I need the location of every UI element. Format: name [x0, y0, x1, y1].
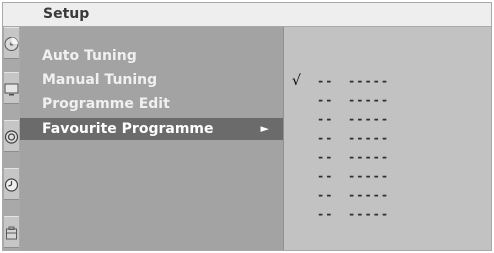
programme-name: -----	[348, 131, 390, 145]
rail-tab-picture[interactable]	[4, 72, 19, 104]
programme-name: -----	[348, 150, 390, 164]
programme-number: --	[317, 169, 334, 183]
favourite-slot-3[interactable]: -- -----	[284, 111, 491, 130]
programme-number: --	[317, 188, 334, 202]
programme-number: --	[317, 207, 334, 221]
favourite-slot-4[interactable]: -- -----	[284, 130, 491, 149]
favourite-slot-7[interactable]: -- -----	[284, 187, 491, 206]
setup-osd-menu: Setup Auto Tuning Manual Tuning Programm…	[2, 2, 492, 251]
programme-number: --	[317, 150, 334, 164]
menu-title: Setup	[43, 6, 90, 22]
submenu-arrow-icon: ►	[260, 122, 269, 135]
menu-item-label: Manual Tuning	[42, 72, 158, 88]
programme-number: --	[317, 112, 334, 126]
menu-item-favourite-programme[interactable]: Favourite Programme ►	[20, 118, 283, 140]
rail-tab-setup[interactable]	[4, 27, 19, 59]
favourite-slot-8[interactable]: -- -----	[284, 206, 491, 225]
favourite-slot-6[interactable]: -- -----	[284, 168, 491, 187]
programme-number: --	[317, 93, 334, 107]
menu-item-label: Favourite Programme	[42, 121, 214, 137]
special-options-icon	[6, 226, 17, 240]
programme-name: -----	[348, 93, 390, 107]
programme-name: -----	[348, 112, 390, 126]
programme-number: --	[317, 74, 334, 88]
clock-icon	[4, 178, 19, 192]
rail-tab-special[interactable]	[4, 216, 19, 248]
programme-name: -----	[348, 188, 390, 202]
menu-item-auto-tuning[interactable]: Auto Tuning	[20, 45, 283, 67]
audio-speaker-icon	[4, 130, 19, 144]
tv-screen-icon	[4, 83, 19, 96]
menu-item-programme-edit[interactable]: Programme Edit	[20, 93, 283, 115]
title-bar: Setup	[3, 3, 491, 27]
setup-disc-icon	[4, 37, 19, 51]
favourite-slot-2[interactable]: -- -----	[284, 92, 491, 111]
checkmark-icon: √	[292, 73, 301, 89]
programme-name: -----	[348, 207, 390, 221]
menu-category-rail	[3, 27, 20, 250]
favourite-slot-1[interactable]: √ -- -----	[284, 73, 491, 92]
rail-tab-audio[interactable]	[4, 120, 19, 152]
favourite-slot-5[interactable]: -- -----	[284, 149, 491, 168]
menu-item-label: Auto Tuning	[42, 48, 137, 64]
programme-number: --	[317, 131, 334, 145]
setup-menu-list: Auto Tuning Manual Tuning Programme Edit…	[20, 27, 283, 250]
rail-tab-time[interactable]	[4, 168, 19, 200]
programme-name: -----	[348, 169, 390, 183]
favourite-programme-list: √ -- ----- -- ----- -- ----- -- ----- --…	[283, 27, 491, 250]
programme-name: -----	[348, 74, 390, 88]
menu-item-manual-tuning[interactable]: Manual Tuning	[20, 69, 283, 91]
menu-item-label: Programme Edit	[42, 96, 170, 112]
